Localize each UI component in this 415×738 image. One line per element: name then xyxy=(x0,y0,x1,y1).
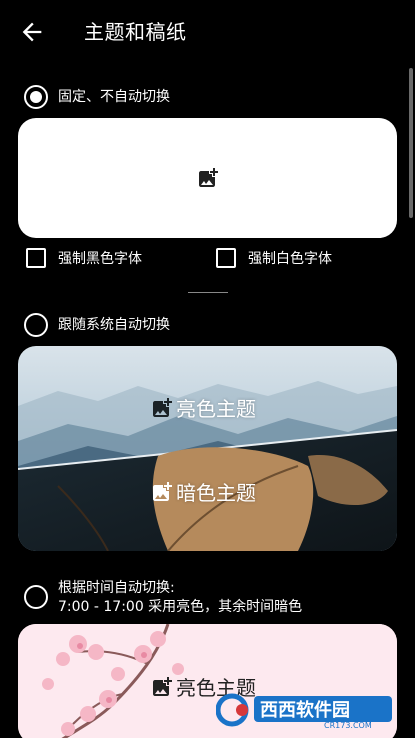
dark-theme-label: 暗色主题 xyxy=(150,477,256,506)
app-header: 主题和稿纸 xyxy=(0,0,415,64)
radio-follow-system[interactable] xyxy=(24,313,48,337)
back-button[interactable] xyxy=(18,18,46,46)
force-black-font-label: 强制黑色字体 xyxy=(58,251,142,267)
scrollbar[interactable] xyxy=(409,68,413,218)
checkbox-black-font[interactable] xyxy=(26,248,46,268)
add-image-icon xyxy=(153,397,172,417)
option-time-label: 根据时间自动切换: 7:00 - 17:00 采用亮色，其余时间暗色 xyxy=(58,579,302,617)
force-white-font-label: 强制白色字体 xyxy=(248,251,332,267)
option-follow-label: 跟随系统自动切换 xyxy=(58,317,170,333)
light-theme-text: 亮色主题 xyxy=(176,397,256,421)
add-image-icon xyxy=(199,168,218,187)
option-fixed-label: 固定、不自动切换 xyxy=(58,89,170,105)
page-title: 主题和稿纸 xyxy=(84,20,187,44)
checkbox-white-font[interactable] xyxy=(216,248,236,268)
light-theme-label: 亮色主题 xyxy=(150,393,256,422)
add-image-icon xyxy=(153,481,172,501)
radio-fixed[interactable] xyxy=(24,85,48,109)
option-follow-system[interactable]: 跟随系统自动切换 xyxy=(24,313,170,337)
option-time-based[interactable]: 根据时间自动切换: 7:00 - 17:00 采用亮色，其余时间暗色 xyxy=(24,580,302,617)
dark-theme-text: 暗色主题 xyxy=(176,481,256,505)
follow-system-card[interactable]: 亮色主题 暗色主题 xyxy=(18,346,397,551)
watermark-logo: 西西软件园 CR173.COM xyxy=(216,693,392,730)
option-time-label-line2: 7:00 - 17:00 采用亮色，其余时间暗色 xyxy=(58,599,303,615)
divider xyxy=(188,292,228,293)
light-theme-preview xyxy=(18,346,397,551)
option-time-label-line1: 根据时间自动切换: xyxy=(58,580,175,596)
radio-time-based[interactable] xyxy=(24,585,48,609)
force-white-font[interactable]: 强制白色字体 xyxy=(216,248,332,268)
force-black-font[interactable]: 强制黑色字体 xyxy=(26,248,142,268)
add-image-icon xyxy=(153,676,172,696)
fixed-theme-card[interactable] xyxy=(18,118,397,238)
arrow-left-icon xyxy=(22,22,42,42)
watermark-sub: CR173.COM xyxy=(324,721,372,730)
watermark-text: 西西软件园 xyxy=(260,699,350,721)
option-fixed[interactable]: 固定、不自动切换 xyxy=(24,85,170,109)
